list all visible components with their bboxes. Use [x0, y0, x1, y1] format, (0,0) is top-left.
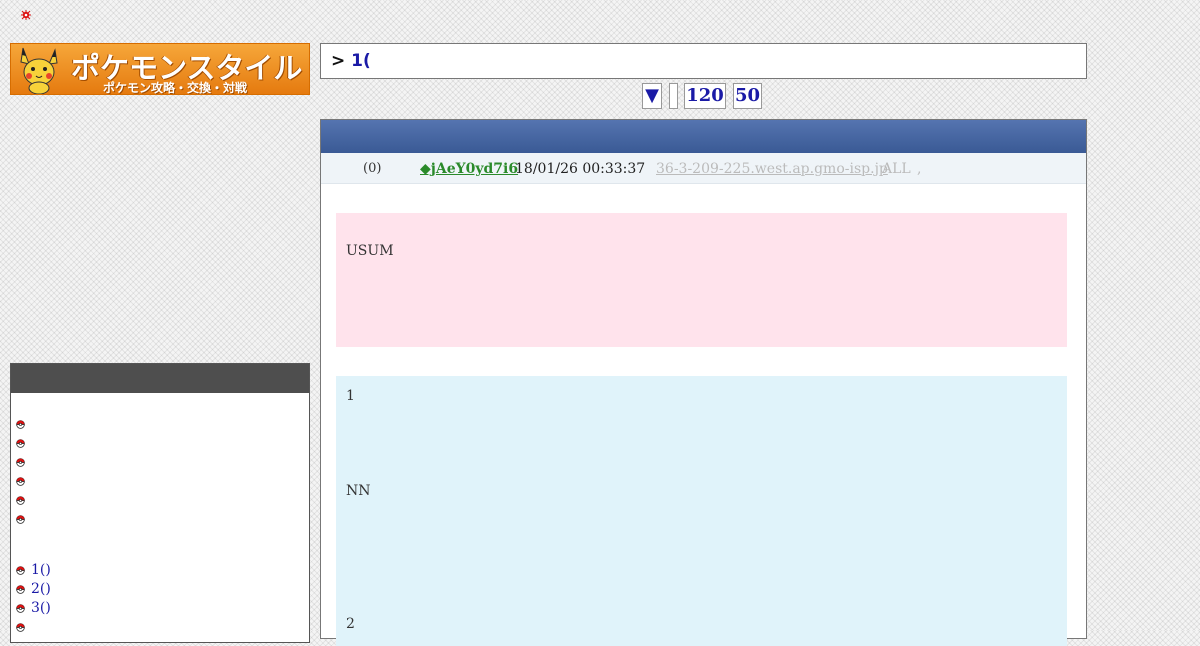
sidebar-link-1[interactable]: 1(): [31, 562, 51, 578]
pokeball-icon: [16, 439, 25, 448]
logo-subtitle: ポケモン攻略・交換・対戦: [103, 81, 248, 95]
post-meta: (0) ◆jAeY0yd7i6 18/01/26 00:33:37 36-3-2…: [321, 153, 1086, 184]
reply-count: (0): [363, 161, 382, 176]
blank-button[interactable]: [669, 83, 678, 109]
last-50-button[interactable]: 50: [733, 83, 762, 109]
thread-title: > 1(: [320, 43, 1087, 79]
sidebar-panel: 1() 2() 3(): [10, 363, 310, 643]
pokeball-icon: [16, 604, 25, 613]
scroll-down-button[interactable]: ▼: [642, 83, 662, 109]
pokeball-icon: [16, 566, 25, 575]
sidebar-link-3[interactable]: 3(): [31, 600, 51, 616]
separator: ,: [917, 161, 922, 177]
all-link[interactable]: ALL: [882, 161, 911, 177]
host-link[interactable]: 36-3-209-225.west.ap.gmo-isp.jp: [656, 161, 888, 177]
pokeball-icon: [16, 496, 25, 505]
post-text: NN: [346, 483, 371, 499]
pokeball-icon: [16, 458, 25, 467]
post-date: 18/01/26 00:33:37: [515, 161, 646, 177]
site-logo[interactable]: ポケモンスタイル ポケモン攻略・交換・対戦: [10, 43, 310, 95]
pokeball-icon: [16, 623, 25, 632]
pokeball-icon: [16, 515, 25, 524]
post-text: 1: [346, 388, 355, 404]
sidebar-header: [11, 364, 309, 393]
pokeball-icon: [16, 420, 25, 429]
last-120-button[interactable]: 120: [684, 83, 726, 109]
author-trip-link[interactable]: ◆jAeY0yd7i6: [420, 161, 518, 177]
post-text: USUM: [346, 243, 394, 259]
post-body-pink: USUM: [336, 213, 1067, 347]
sidebar-link-2[interactable]: 2(): [31, 581, 51, 597]
post-header-bar: [321, 120, 1086, 153]
post-body-blue: 1 NN 2: [336, 376, 1067, 646]
thread-number-link[interactable]: 1(: [351, 51, 371, 71]
title-prefix: >: [331, 51, 346, 71]
pokeball-icon: [16, 585, 25, 594]
bug-icon: [21, 10, 31, 20]
post-panel: (0) ◆jAeY0yd7i6 18/01/26 00:33:37 36-3-2…: [320, 119, 1087, 646]
pikachu-icon: [20, 47, 58, 94]
pokeball-icon: [16, 477, 25, 486]
